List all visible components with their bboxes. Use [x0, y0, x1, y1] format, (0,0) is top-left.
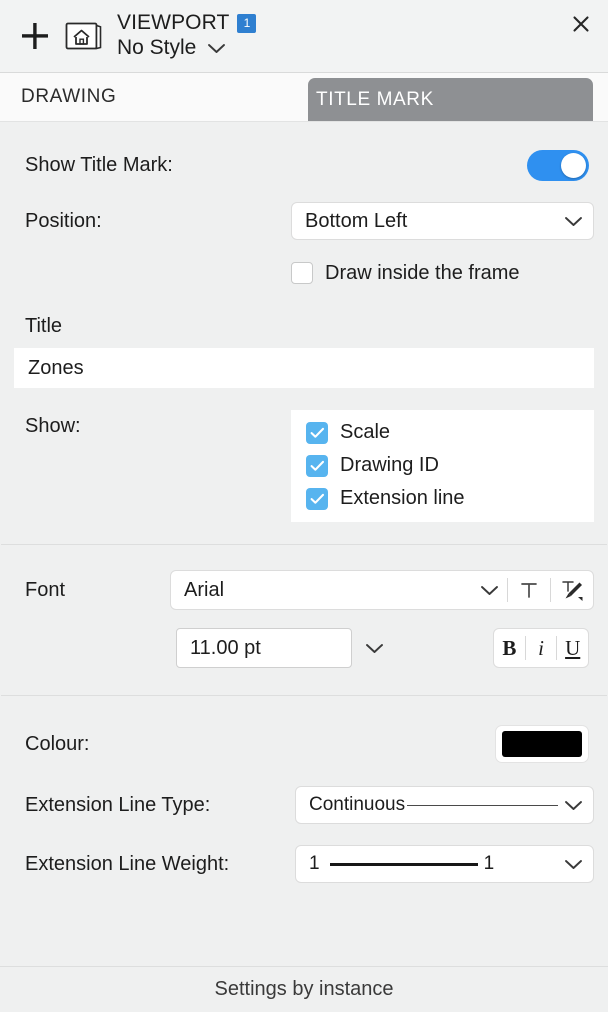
close-icon: [573, 16, 589, 32]
section-visibility: Show Title Mark: Position: Bottom Left D…: [0, 122, 608, 308]
line-weight-sample: [329, 862, 478, 866]
show-option-extension-line[interactable]: Extension line: [291, 482, 594, 515]
panel-header: VIEWPORT 1 No Style: [0, 0, 608, 73]
position-label: Position:: [25, 209, 102, 232]
position-select[interactable]: Bottom Left: [291, 202, 594, 240]
colour-swatch-button[interactable]: [495, 725, 589, 763]
settings-scope-footer[interactable]: Settings by instance: [0, 966, 608, 1012]
row-extension-line-weight: Extension Line Weight: 1 1: [14, 843, 594, 885]
settings-scope-label: Settings by instance: [214, 978, 394, 1000]
colour-label: Colour:: [25, 732, 90, 755]
chevron-down-icon: [564, 215, 583, 228]
chevron-down-icon: [564, 858, 583, 871]
extension-line-type-label: Extension Line Type:: [25, 793, 211, 816]
tab-bar: DRAWING TITLE MARK: [0, 73, 608, 122]
row-show-options: Show: Scale Drawing ID Extension line: [14, 410, 594, 522]
extension-line-type-select[interactable]: Continuous: [295, 786, 594, 824]
italic-button[interactable]: i: [526, 636, 557, 661]
checkbox-unchecked-icon: [291, 262, 313, 284]
line-weight-preview: 1 1: [309, 853, 564, 875]
plus-icon: [22, 23, 48, 49]
tab-title-mark[interactable]: TITLE MARK: [308, 78, 593, 121]
viewport-house-icon: [64, 18, 104, 54]
tab-title-mark-label: TITLE MARK: [316, 88, 434, 110]
text-T-icon[interactable]: [508, 571, 550, 609]
extension-line-weight-label: Extension Line Weight:: [25, 852, 230, 875]
tab-drawing[interactable]: DRAWING: [0, 73, 116, 121]
show-options-list: Scale Drawing ID Extension line: [291, 410, 594, 522]
show-option-label: Drawing ID: [340, 454, 439, 476]
title-field-label: Title: [25, 315, 63, 337]
title-input[interactable]: Zones: [14, 348, 594, 388]
text-brush-icon[interactable]: [551, 571, 593, 609]
chevron-down-icon[interactable]: [207, 42, 226, 55]
row-font-size: 11.00 pt B i U: [14, 627, 594, 669]
viewport-count-badge: 1: [237, 14, 257, 34]
position-value: Bottom Left: [305, 209, 408, 232]
show-option-label: Extension line: [340, 487, 465, 509]
show-option-scale[interactable]: Scale: [291, 416, 594, 449]
show-title-mark-toggle[interactable]: [527, 149, 589, 181]
header-titles: VIEWPORT 1 No Style: [117, 11, 257, 60]
section-title-content: Title Zones Show: Scale Drawing ID Exten…: [0, 309, 608, 544]
draw-inside-frame-checkbox[interactable]: Draw inside the frame: [291, 262, 594, 285]
font-family-value: Arial: [184, 578, 225, 601]
style-name-label: No Style: [117, 36, 197, 59]
chevron-down-icon: [564, 799, 583, 812]
row-show-title-mark: Show Title Mark:: [14, 144, 594, 186]
font-size-input[interactable]: 11.00 pt: [176, 628, 352, 668]
tab-drawing-label: DRAWING: [21, 86, 117, 107]
toggle-knob: [561, 152, 586, 178]
continuous-line-sample: [407, 804, 558, 806]
underline-button[interactable]: U: [557, 636, 588, 661]
row-colour: Colour:: [14, 722, 594, 766]
show-option-drawing-id[interactable]: Drawing ID: [291, 449, 594, 482]
add-button[interactable]: [16, 17, 54, 55]
line-type-preview: Continuous: [309, 794, 564, 816]
checkbox-checked-icon: [306, 421, 328, 444]
title-input-value: Zones: [28, 356, 84, 379]
row-extension-line-type: Extension Line Type: Continuous: [14, 784, 594, 826]
extension-line-type-value: Continuous: [309, 794, 406, 815]
text-style-button-group: B i U: [493, 628, 589, 668]
header-style-row[interactable]: No Style: [117, 36, 256, 60]
panel-body: Show Title Mark: Position: Bottom Left D…: [0, 122, 608, 966]
font-size-chevron-down-icon[interactable]: [352, 642, 396, 655]
chevron-down-icon[interactable]: [471, 584, 507, 597]
colour-swatch: [502, 731, 582, 757]
line-weight-value-left: 1: [309, 853, 320, 874]
page-title: VIEWPORT: [117, 11, 230, 35]
title-mark-properties-panel: VIEWPORT 1 No Style DRAWING TITLE MARK S…: [0, 0, 608, 1012]
bold-button[interactable]: B: [494, 636, 525, 661]
section-font: Font Arial 11.00 pt B i U: [0, 545, 608, 695]
show-title-mark-label: Show Title Mark:: [25, 153, 173, 176]
row-draw-inside-frame: Draw inside the frame: [14, 256, 594, 290]
font-family-combo[interactable]: Arial: [170, 570, 594, 610]
row-position: Position: Bottom Left: [14, 198, 594, 244]
draw-inside-frame-label: Draw inside the frame: [325, 261, 520, 284]
checkbox-checked-icon: [306, 487, 328, 510]
extension-line-weight-select[interactable]: 1 1: [295, 845, 594, 883]
show-option-label: Scale: [340, 421, 391, 443]
close-button[interactable]: [566, 9, 596, 39]
section-appearance: Colour: Extension Line Type: Continuous: [0, 696, 608, 915]
line-weight-value-right: 1: [483, 853, 495, 874]
show-options-label: Show:: [25, 415, 81, 437]
checkbox-checked-icon: [306, 454, 328, 477]
font-label: Font: [25, 578, 66, 601]
row-font-family: Font Arial: [14, 569, 594, 611]
font-size-value: 11.00 pt: [190, 636, 261, 659]
header-title-row: VIEWPORT 1: [117, 11, 257, 35]
